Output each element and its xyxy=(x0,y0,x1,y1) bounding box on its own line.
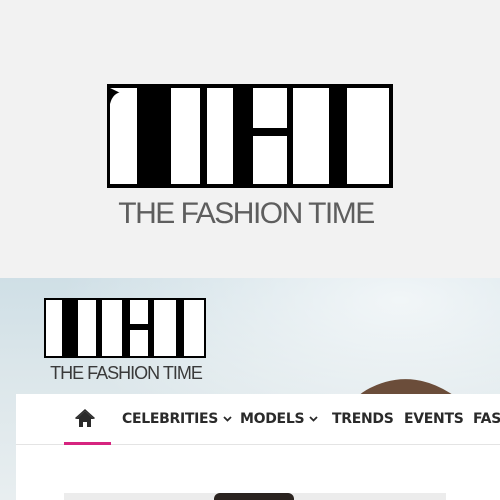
nav-item-fashion[interactable]: FASH xyxy=(473,394,500,444)
chevron-down-icon xyxy=(223,416,232,422)
chevron-down-icon xyxy=(309,416,318,422)
content-area xyxy=(16,445,500,500)
nav-item-events[interactable]: EVENTS xyxy=(404,394,464,444)
tft-logo-large xyxy=(107,84,393,188)
brand-name-large: THE FASHION TIME xyxy=(118,197,375,230)
website-header-preview: THE FASHION TIME CELEBRITIES MODELS TREN… xyxy=(0,278,500,500)
thumbnail-image-top xyxy=(214,493,294,500)
brand-showcase: THE FASHION TIME xyxy=(0,0,500,278)
nav-item-celebrities[interactable]: CELEBRITIES xyxy=(122,394,232,444)
brand-name-small: THE FASHION TIME xyxy=(50,363,203,383)
tft-logo-small xyxy=(44,298,206,358)
article-thumbnail[interactable] xyxy=(64,493,446,500)
nav-item-label: FASH xyxy=(473,411,500,427)
nav-item-models[interactable]: MODELS xyxy=(240,394,318,444)
nav-item-label: EVENTS xyxy=(404,411,464,427)
main-navigation: CELEBRITIES MODELS TRENDS EVENTS FASH xyxy=(16,394,500,445)
nav-item-label: TRENDS xyxy=(332,411,394,427)
nav-item-label: MODELS xyxy=(240,411,305,427)
nav-item-trends[interactable]: TRENDS xyxy=(332,394,394,444)
home-icon xyxy=(75,409,95,427)
nav-item-label: CELEBRITIES xyxy=(122,411,219,427)
home-link[interactable] xyxy=(74,394,96,444)
